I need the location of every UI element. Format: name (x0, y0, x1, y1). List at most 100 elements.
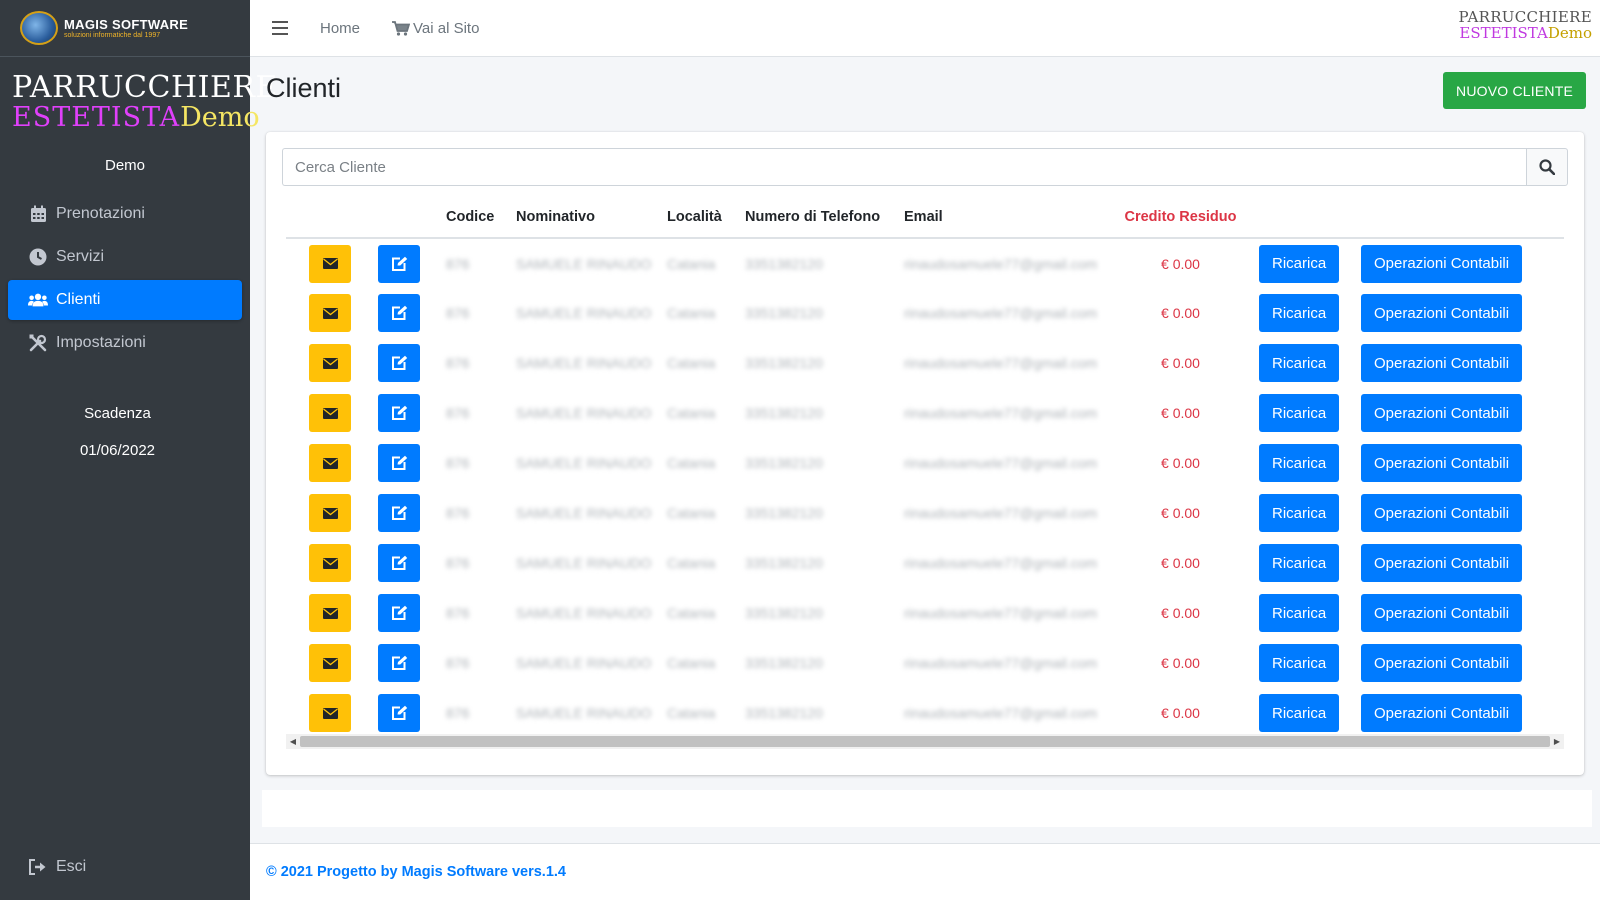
send-email-button[interactable] (309, 344, 351, 382)
table-header-row: Codice Nominativo Località Numero di Tel… (286, 196, 1564, 239)
horizontal-scrollbar[interactable]: ◀ ▶ (286, 734, 1564, 749)
cell-email: rinaudosamuele77@gmail.com (904, 555, 1098, 571)
nav-home-link[interactable]: Home (320, 20, 360, 37)
sidebar-item-label: Clienti (56, 291, 101, 308)
calendar-icon (28, 204, 48, 224)
sidebar-item-servizi[interactable]: Servizi (8, 237, 242, 277)
scrollbar-thumb[interactable] (300, 736, 1550, 747)
send-email-button[interactable] (309, 394, 351, 432)
sidebar-item-clienti[interactable]: Clienti (8, 280, 242, 320)
search-button[interactable] (1526, 148, 1568, 186)
send-email-button[interactable] (309, 244, 351, 283)
cell-nominativo: SAMUELE RINAUDO (516, 705, 652, 721)
cell-telefono: 3351382120 (745, 555, 823, 571)
top-logo-line1: PARRUCCHIERE (1458, 8, 1592, 26)
cell-localita: Catania (667, 355, 716, 371)
scroll-left-icon[interactable]: ◀ (286, 734, 300, 749)
operazioni-contabili-button[interactable]: Operazioni Contabili (1361, 294, 1523, 332)
operazioni-contabili-button[interactable]: Operazioni Contabili (1361, 444, 1523, 482)
edit-client-button[interactable] (378, 294, 420, 332)
send-email-button[interactable] (309, 594, 351, 632)
operazioni-contabili-button[interactable]: Operazioni Contabili (1361, 394, 1523, 432)
cell-codice: 876 (446, 555, 470, 571)
tools-icon (28, 333, 48, 353)
envelope-icon (322, 507, 338, 519)
cell-credito: € 0.00 (1161, 255, 1200, 272)
ricarica-button[interactable]: Ricarica (1259, 594, 1340, 632)
send-email-button[interactable] (309, 294, 351, 332)
cell-telefono: 3351382120 (745, 405, 823, 421)
edit-client-button[interactable] (378, 244, 420, 283)
empty-panel (262, 790, 1592, 827)
menu-toggle-icon[interactable] (272, 21, 288, 35)
operazioni-contabili-button[interactable]: Operazioni Contabili (1361, 594, 1523, 632)
send-email-button[interactable] (309, 694, 351, 732)
ricarica-button[interactable]: Ricarica (1259, 694, 1340, 732)
operazioni-contabili-button[interactable]: Operazioni Contabili (1361, 244, 1523, 283)
operazioni-contabili-button[interactable]: Operazioni Contabili (1361, 544, 1523, 582)
page-title: Clienti (266, 73, 342, 103)
sidebar-item-prenotazioni[interactable]: Prenotazioni (8, 194, 242, 234)
operazioni-contabili-button[interactable]: Operazioni Contabili (1361, 694, 1523, 732)
cell-credito: € 0.00 (1161, 405, 1200, 421)
header-email: Email (898, 196, 1108, 239)
ricarica-button[interactable]: Ricarica (1259, 244, 1340, 283)
cell-email: rinaudosamuele77@gmail.com (904, 305, 1098, 321)
table-row: 876 SAMUELE RINAUDO Catania 3351382120 rinau… (286, 438, 1564, 488)
clock-icon (28, 247, 48, 267)
sidebar-item-label: Impostazioni (56, 334, 146, 351)
edit-client-button[interactable] (378, 494, 420, 532)
cell-localita: Catania (667, 605, 716, 621)
edit-client-button[interactable] (378, 444, 420, 482)
edit-client-button[interactable] (378, 694, 420, 732)
ricarica-button[interactable]: Ricarica (1259, 294, 1340, 332)
send-email-button[interactable] (309, 544, 351, 582)
new-client-button[interactable]: NUOVO CLIENTE (1443, 72, 1586, 109)
edit-client-button[interactable] (378, 644, 420, 682)
ricarica-button[interactable]: Ricarica (1259, 544, 1340, 582)
clients-table: Codice Nominativo Località Numero di Tel… (286, 196, 1564, 736)
table-row: 876 SAMUELE RINAUDO Catania 3351382120 rinau… (286, 688, 1564, 736)
ricarica-button[interactable]: Ricarica (1259, 644, 1340, 682)
edit-icon (391, 305, 408, 321)
cell-email: rinaudosamuele77@gmail.com (904, 705, 1098, 721)
edit-client-button[interactable] (378, 544, 420, 582)
brand[interactable]: MAGIS SOFTWARE soluzioni informatiche da… (0, 0, 250, 57)
table-row: 876 SAMUELE RINAUDO Catania 3351382120 rinau… (286, 488, 1564, 538)
edit-client-button[interactable] (378, 394, 420, 432)
send-email-button[interactable] (309, 444, 351, 482)
send-email-button[interactable] (309, 494, 351, 532)
table-row: 876 SAMUELE RINAUDO Catania 3351382120 rinau… (286, 338, 1564, 388)
cell-localita: Catania (667, 705, 716, 721)
edit-client-button[interactable] (378, 344, 420, 382)
cell-codice: 876 (446, 305, 470, 321)
sidebar-item-impostazioni[interactable]: Impostazioni (8, 323, 242, 363)
nav-site-link[interactable]: Vai al Sito (392, 20, 479, 37)
cell-nominativo: SAMUELE RINAUDO (516, 605, 652, 621)
cell-credito: € 0.00 (1161, 555, 1200, 571)
cell-telefono: 3351382120 (745, 355, 823, 371)
send-email-button[interactable] (309, 644, 351, 682)
clients-table-wrapper[interactable]: Codice Nominativo Località Numero di Tel… (286, 196, 1564, 736)
ricarica-button[interactable]: Ricarica (1259, 394, 1340, 432)
header-credito-residuo: Credito Residuo (1108, 196, 1253, 239)
edit-icon (391, 355, 408, 371)
cell-localita: Catania (667, 505, 716, 521)
sidebar: MAGIS SOFTWARE soluzioni informatiche da… (0, 0, 277, 900)
scroll-right-icon[interactable]: ▶ (1550, 734, 1564, 749)
logout-link[interactable]: Esci (28, 857, 86, 877)
cell-localita: Catania (667, 405, 716, 421)
edit-client-button[interactable] (378, 594, 420, 632)
ricarica-button[interactable]: Ricarica (1259, 444, 1340, 482)
top-logo-estetista: ESTETISTA (1459, 24, 1548, 42)
search-input[interactable] (282, 148, 1526, 186)
envelope-icon (322, 307, 338, 319)
operazioni-contabili-button[interactable]: Operazioni Contabili (1361, 344, 1523, 382)
table-row: 876 SAMUELE RINAUDO Catania 3351382120 rinau… (286, 238, 1564, 288)
operazioni-contabili-button[interactable]: Operazioni Contabili (1361, 644, 1523, 682)
ricarica-button[interactable]: Ricarica (1259, 494, 1340, 532)
cell-email: rinaudosamuele77@gmail.com (904, 455, 1098, 471)
ricarica-button[interactable]: Ricarica (1259, 344, 1340, 382)
table-body: 876 SAMUELE RINAUDO Catania 3351382120 rinau… (286, 238, 1564, 736)
operazioni-contabili-button[interactable]: Operazioni Contabili (1361, 494, 1523, 532)
